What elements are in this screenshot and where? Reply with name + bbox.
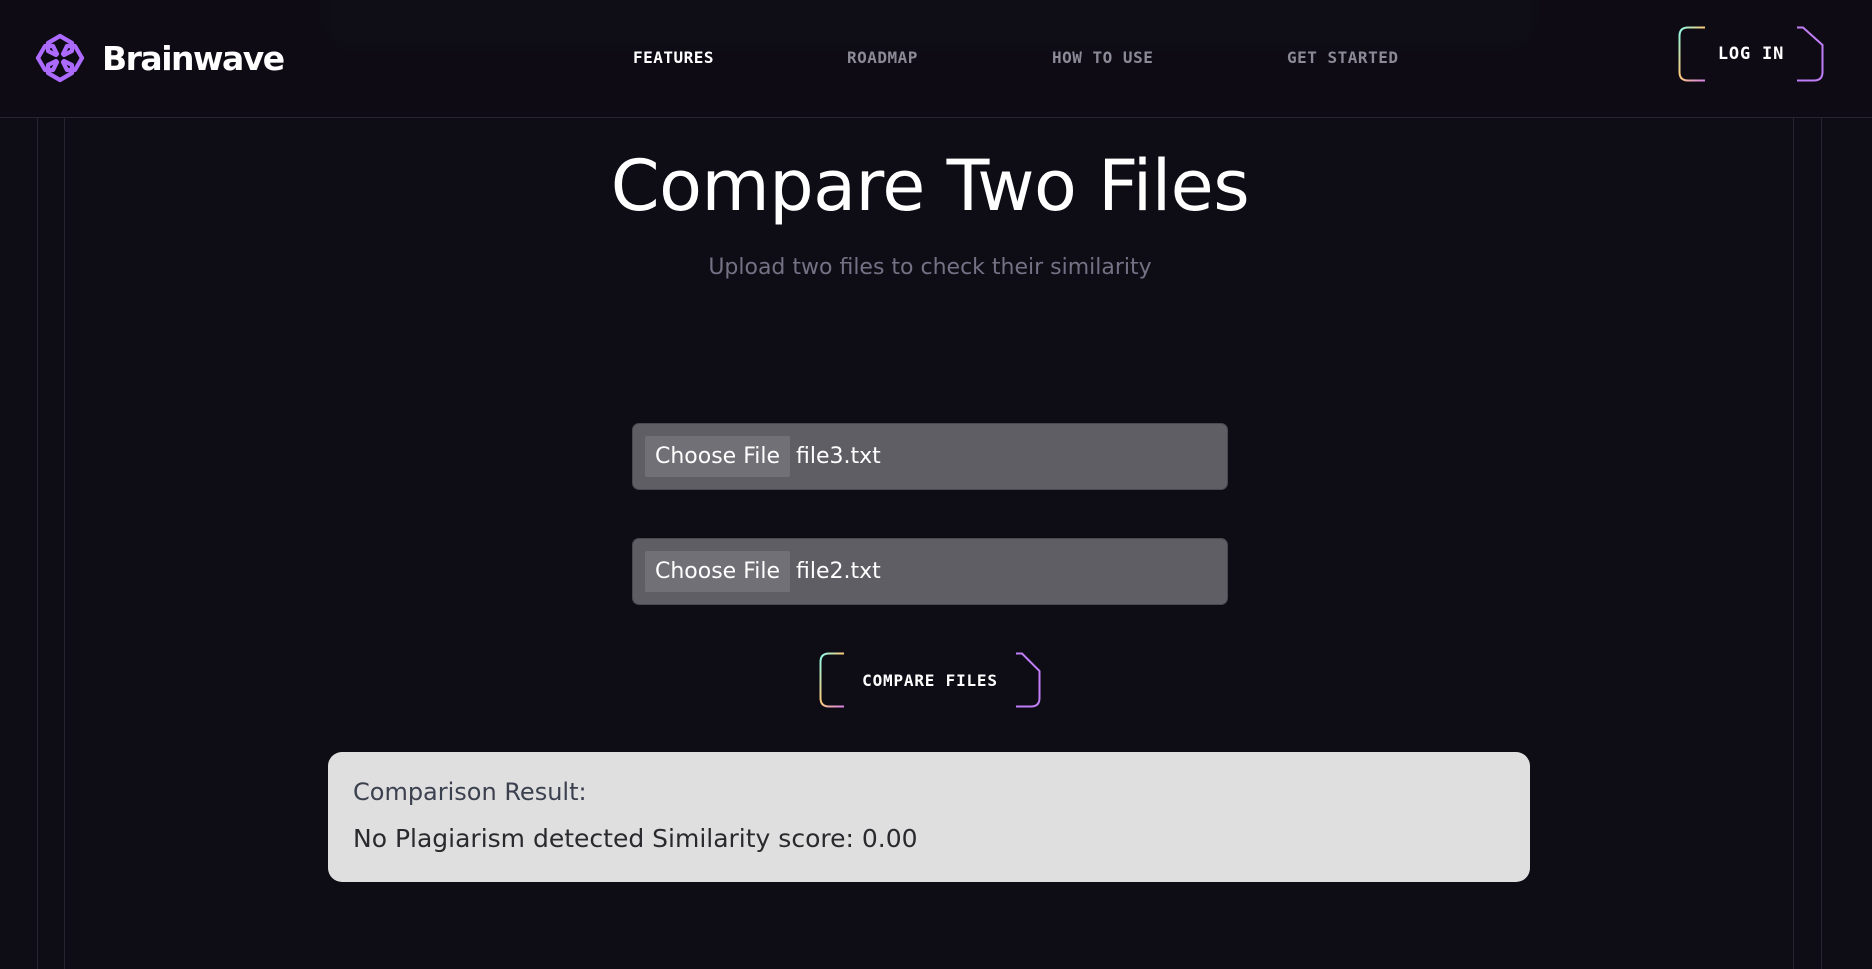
nav-item-roadmap[interactable]: ROADMAP [847, 48, 918, 67]
result-text: No Plagiarism detected Similarity score:… [353, 824, 918, 853]
login-button[interactable]: LOG IN [1678, 26, 1824, 82]
frame-line-left-outer [37, 118, 38, 969]
compare-files-button[interactable]: COMPARE FILES [819, 652, 1041, 708]
nav-item-how-to-use[interactable]: HOW TO USE [1052, 48, 1153, 67]
frame-line-left-inner [64, 118, 65, 969]
login-button-label: LOG IN [1717, 44, 1785, 64]
nav-item-get-started[interactable]: GET STARTED [1287, 48, 1398, 67]
result-heading: Comparison Result: [353, 778, 587, 806]
choose-file-button-second[interactable]: Choose File [645, 551, 791, 592]
file-input-first[interactable]: Choose File file3.txt [633, 424, 1227, 489]
choose-file-button-first[interactable]: Choose File [645, 436, 791, 477]
site-header: Brainwave FEATURES ROADMAP HOW TO USE GE… [0, 0, 1872, 118]
compare-files-button-label: COMPARE FILES [862, 670, 998, 690]
main-nav: FEATURES ROADMAP HOW TO USE GET STARTED [0, 48, 1872, 68]
page-subtitle: Upload two files to check their similari… [708, 255, 1152, 280]
page: Brainwave FEATURES ROADMAP HOW TO USE GE… [0, 0, 1872, 969]
selected-file-name-second: file2.txt [796, 559, 881, 584]
frame-line-right-outer [1821, 118, 1822, 969]
nav-item-features[interactable]: FEATURES [633, 48, 714, 67]
frame-line-right-inner [1793, 118, 1794, 969]
selected-file-name-first: file3.txt [796, 444, 881, 469]
page-title: Compare Two Files [610, 145, 1250, 227]
file-input-second[interactable]: Choose File file2.txt [633, 539, 1227, 604]
comparison-result-panel: Comparison Result: No Plagiarism detecte… [328, 752, 1530, 882]
